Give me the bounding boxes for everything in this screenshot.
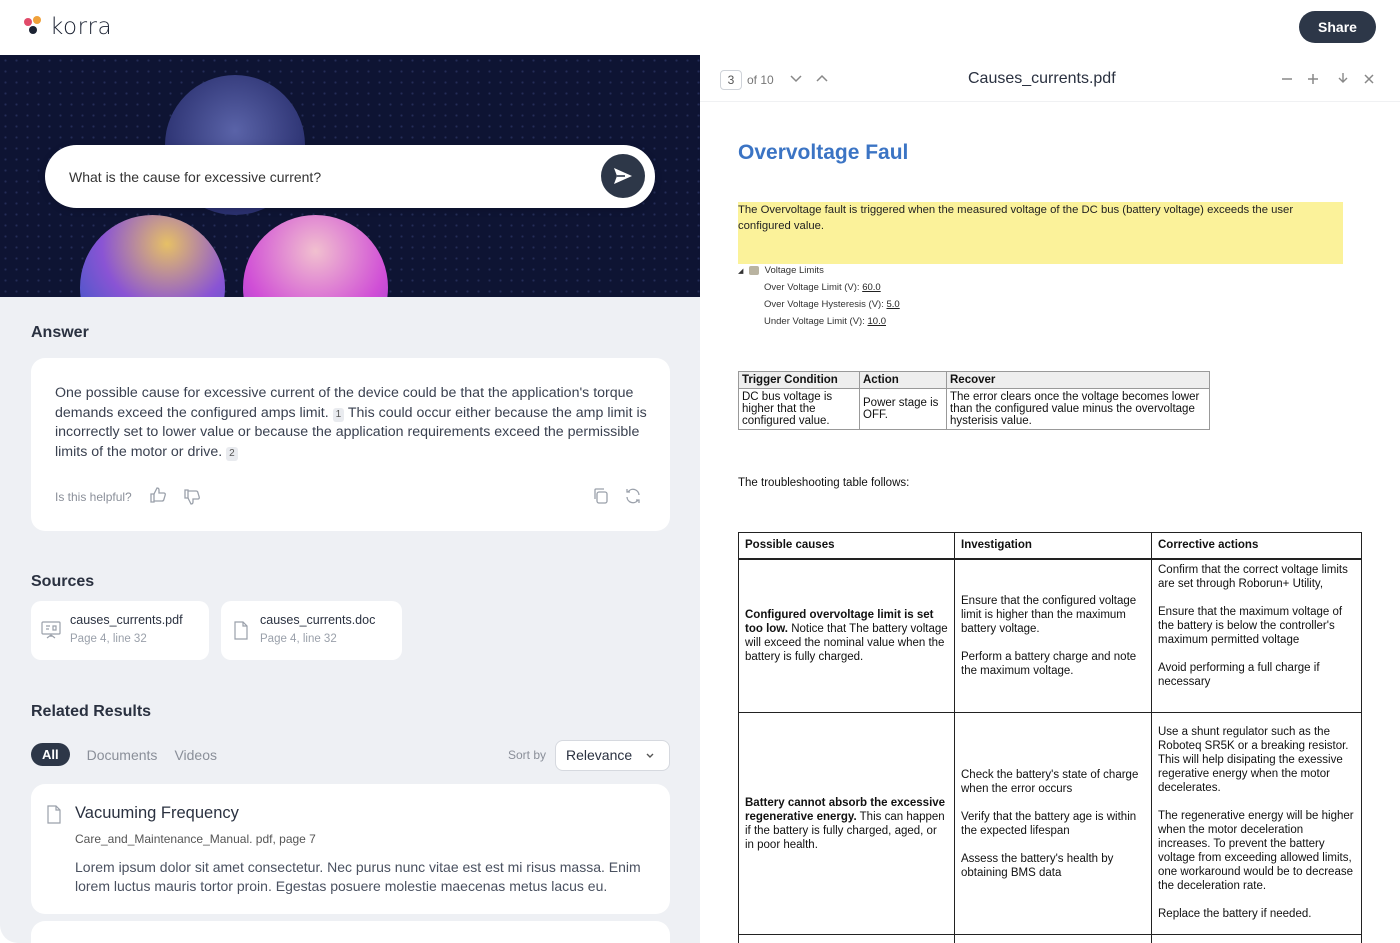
download-icon[interactable] — [1337, 72, 1349, 84]
chevron-down-icon — [646, 753, 654, 758]
voltage-limits-label: Voltage Limits — [764, 265, 824, 276]
over-voltage-limit: Over Voltage Limit (V): 60.0 — [764, 282, 881, 293]
result-meta: Care_and_Maintenance_Manual. pdf, page 7 — [75, 832, 316, 846]
result-title[interactable]: Vacuuming Frequency — [75, 804, 239, 823]
top-bar: korra Share — [0, 0, 1400, 55]
zoom-out-icon[interactable] — [1281, 73, 1293, 85]
thumbs-down-icon[interactable] — [183, 488, 201, 506]
tab-all[interactable]: All — [31, 743, 70, 766]
page-number-input[interactable]: 3 — [720, 70, 742, 90]
presentation-icon — [41, 621, 61, 639]
pdf-file-name: Causes_currents.pdf — [968, 70, 1116, 87]
table-cell: Configured overvoltage limit is set too … — [738, 558, 955, 713]
document-heading: Overvoltage Faul — [738, 141, 909, 164]
sources-title: Sources — [31, 573, 95, 590]
document-icon — [46, 805, 62, 824]
sort-select-value: Relevance — [566, 747, 633, 763]
regenerate-icon[interactable] — [624, 487, 642, 505]
chevron-up-icon[interactable] — [816, 74, 828, 83]
table-cell: Use a shunt regulator such as the Robote… — [1151, 712, 1362, 935]
korra-logo-icon — [24, 16, 44, 38]
helpful-label: Is this helpful? — [55, 490, 132, 504]
table-cell: DC bus voltage is higher that the config… — [738, 388, 860, 430]
table-cell: Power stage is OFF. — [859, 388, 947, 430]
table-cell: Confirm that the correct voltage limits … — [1151, 558, 1362, 713]
result-card[interactable]: Vacuuming Frequency Care_and_Maintenance… — [31, 784, 670, 914]
search-panel: Answer One possible cause for excessive … — [0, 55, 700, 943]
source-meta: Page 4, line 32 — [70, 633, 147, 645]
source-card[interactable]: causes_currents.doc Page 4, line 32 — [221, 601, 402, 660]
answer-title: Answer — [31, 324, 89, 341]
highlighted-text: The Overvoltage fault is triggered when … — [738, 204, 1294, 232]
citation-badge[interactable]: 1 — [332, 407, 345, 422]
document-icon — [233, 621, 249, 640]
citation-badge[interactable]: 2 — [226, 447, 238, 462]
trigger-table: Trigger Condition Action Recover DC bus … — [738, 371, 1210, 430]
table-cell: The error clears once the voltage become… — [946, 388, 1210, 430]
hero-banner — [0, 55, 700, 297]
highlighted-passage: The Overvoltage fault is triggered when … — [738, 202, 1343, 264]
answer-card: One possible cause for excessive current… — [31, 358, 670, 531]
share-button[interactable]: Share — [1299, 11, 1376, 43]
thumbs-up-icon[interactable] — [149, 486, 167, 504]
voltage-limits-title: ◢ Voltage Limits — [738, 265, 824, 276]
table-cell: Battery cannot absorb the excessive rege… — [738, 712, 955, 935]
copy-icon[interactable] — [592, 487, 610, 505]
source-name: causes_currents.doc — [260, 613, 376, 627]
table-intro: The troubleshooting table follows: — [738, 477, 910, 489]
related-results-title: Related Results — [31, 703, 152, 720]
under-voltage-limit: Under Voltage Limit (V): 10.0 — [764, 316, 886, 327]
table-cell: Ensure that the configured voltage limit… — [954, 558, 1152, 713]
answer-text: One possible cause for excessive current… — [55, 384, 655, 463]
over-voltage-hysteresis: Over Voltage Hysteresis (V): 5.0 — [764, 299, 900, 310]
table-header: Action — [859, 371, 947, 389]
page-total: of 10 — [747, 73, 774, 87]
tab-documents[interactable]: Documents — [87, 747, 158, 763]
source-meta: Page 4, line 32 — [260, 633, 337, 645]
table-header: Trigger Condition — [738, 371, 860, 389]
zoom-in-icon[interactable] — [1307, 73, 1319, 85]
table-header: Possible causes — [738, 532, 955, 560]
chevron-down-icon[interactable] — [790, 74, 802, 83]
table-header: Investigation — [954, 532, 1152, 560]
pdf-viewer: 3 of 10 Causes_currents.pdf Overvoltage … — [700, 55, 1400, 943]
search-bar — [45, 145, 655, 208]
result-card[interactable] — [31, 921, 670, 943]
result-snippet: Lorem ipsum dolor sit amet consectetur. … — [75, 859, 641, 894]
table-row: Battery cannot absorb the excessive rege… — [738, 712, 1362, 935]
table-header: Recover — [946, 371, 1210, 389]
table-header: Corrective actions — [1151, 532, 1362, 560]
settings-icon — [749, 265, 760, 275]
send-button[interactable] — [601, 154, 645, 198]
source-name: causes_currents.pdf — [70, 613, 183, 627]
tree-expand-icon: ◢ — [738, 268, 744, 275]
source-card[interactable]: causes_currents.pdf Page 4, line 32 — [31, 601, 209, 660]
send-icon — [614, 168, 632, 184]
app-name: korra — [50, 14, 113, 40]
search-input[interactable] — [69, 168, 589, 185]
tab-videos[interactable]: Videos — [174, 747, 217, 763]
table-cell: Check the battery's state of charge when… — [954, 712, 1152, 935]
table-row: Configured overvoltage limit is set too … — [738, 558, 1362, 713]
logo[interactable]: korra — [24, 14, 112, 40]
close-icon[interactable] — [1363, 73, 1375, 85]
pdf-toolbar: 3 of 10 Causes_currents.pdf — [700, 55, 1400, 102]
result-tabs: All Documents Videos — [31, 743, 217, 766]
sort-select[interactable]: Relevance — [555, 740, 670, 771]
table-row — [738, 934, 1362, 943]
troubleshooting-table: Possible causes Investigation Corrective… — [738, 532, 1362, 943]
sort-by-label: Sort by — [508, 748, 547, 762]
